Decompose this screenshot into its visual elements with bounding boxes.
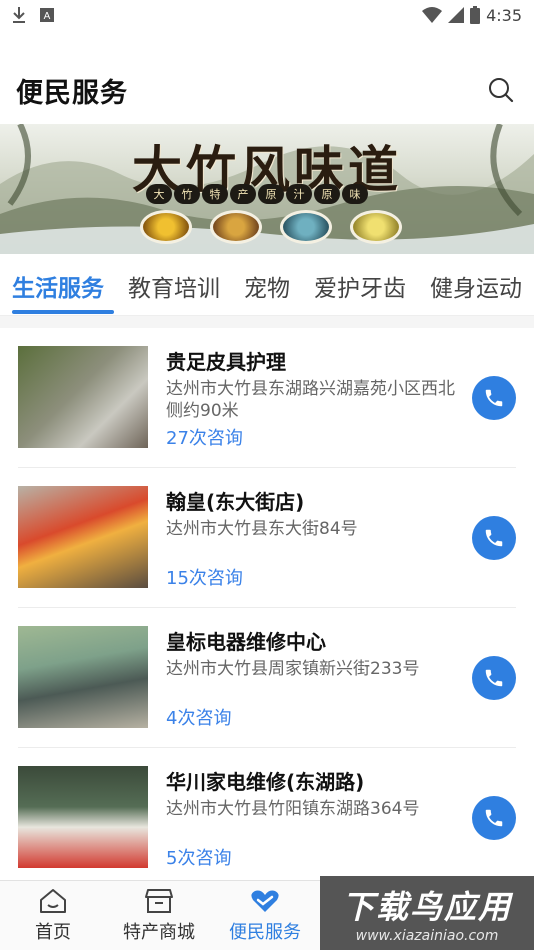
list-item[interactable]: 翰皇(东大街店) 达州市大竹县东大街84号 15次咨询 [18, 468, 516, 608]
banner-tag: 原 [258, 184, 284, 204]
dish-image [280, 210, 332, 244]
nav-home-label: 首页 [35, 921, 71, 943]
shop-name: 贵足皮具护理 [166, 350, 286, 374]
wifi-icon [422, 7, 443, 23]
nav-home[interactable]: 首页 [0, 881, 106, 950]
consult-count: 27次咨询 [166, 428, 243, 449]
call-button[interactable] [472, 796, 516, 840]
phone-icon [485, 389, 503, 407]
search-icon [489, 78, 514, 103]
consult-count: 4次咨询 [166, 708, 232, 729]
list-item[interactable]: 贵足皮具护理 达州市大竹县东湖路兴湖嘉苑小区西北侧约90米 27次咨询 [18, 328, 516, 468]
call-button[interactable] [472, 516, 516, 560]
dish-image [210, 210, 262, 244]
banner-tag: 原 [314, 184, 340, 204]
dish-image [350, 210, 402, 244]
shop-thumbnail [18, 486, 148, 588]
banner-tags: 大 竹 特 产 原 汁 原 味 [146, 184, 368, 204]
svg-text:A: A [44, 11, 51, 22]
banner-tag: 产 [230, 184, 256, 204]
call-button[interactable] [472, 376, 516, 420]
phone-icon [485, 669, 503, 687]
store-icon [145, 888, 173, 913]
tab-education[interactable]: 教育培训 [116, 256, 232, 315]
shop-address: 达州市大竹县东大街84号 [166, 519, 358, 539]
promo-banner[interactable]: 大竹风味道 大 竹 特 产 原 汁 原 味 [0, 124, 534, 254]
status-bar: A 4:35 [0, 0, 534, 30]
tab-pets[interactable]: 宠物 [232, 256, 302, 315]
nav-service-label: 便民服务 [229, 921, 301, 943]
phone-icon [485, 809, 503, 827]
shop-name: 皇标电器维修中心 [166, 630, 326, 654]
app-notification-icon: A [40, 8, 54, 22]
tab-fitness[interactable]: 健身运动 [418, 256, 534, 315]
battery-icon [470, 6, 481, 24]
list-item[interactable]: 皇标电器维修中心 达州市大竹县周家镇新兴街233号 4次咨询 [18, 608, 516, 748]
watermark-sub: www.xiazainiao.com [355, 928, 499, 944]
banner-tag: 竹 [174, 184, 200, 204]
shop-thumbnail [18, 766, 148, 868]
shop-thumbnail [18, 346, 148, 448]
tab-life-services[interactable]: 生活服务 [0, 256, 116, 315]
banner-tag: 汁 [286, 184, 312, 204]
section-divider [0, 316, 534, 328]
tab-dental[interactable]: 爱护牙齿 [302, 256, 418, 315]
shop-address: 达州市大竹县周家镇新兴街233号 [166, 659, 420, 679]
nav-service[interactable]: 便民服务 [212, 881, 318, 950]
status-time: 4:35 [486, 5, 522, 25]
service-list: 贵足皮具护理 达州市大竹县东湖路兴湖嘉苑小区西北侧约90米 27次咨询 翰皇(东… [0, 328, 534, 888]
shop-name: 华川家电维修(东湖路) [166, 770, 365, 794]
shop-address: 达州市大竹县竹阳镇东湖路364号 [166, 799, 420, 819]
nav-mall[interactable]: 特产商城 [106, 881, 212, 950]
header: 便民服务 [0, 62, 534, 118]
banner-dishes [140, 210, 402, 244]
category-tabs: 生活服务 教育培训 宠物 爱护牙齿 健身运动 [0, 256, 534, 316]
download-icon [13, 7, 25, 23]
shop-address: 达州市大竹县东湖路兴湖嘉苑小区西北侧约90米 [166, 379, 455, 421]
page-title: 便民服务 [16, 77, 128, 109]
signal-icon [448, 7, 465, 23]
dish-image [140, 210, 192, 244]
banner-tag: 特 [202, 184, 228, 204]
search-button[interactable] [484, 73, 518, 107]
nav-mall-label: 特产商城 [123, 921, 195, 943]
banner-tag: 味 [342, 184, 368, 204]
consult-count: 5次咨询 [166, 848, 232, 869]
watermark-main: 下载鸟应用 [341, 888, 512, 926]
phone-icon [485, 529, 503, 547]
consult-count: 15次咨询 [166, 568, 243, 589]
watermark-logo: 下载鸟应用 www.xiazainiao.com [320, 876, 534, 950]
call-button[interactable] [472, 656, 516, 700]
banner-tag: 大 [146, 184, 172, 204]
heart-hand-icon [251, 890, 279, 912]
shop-thumbnail [18, 626, 148, 728]
list-item[interactable]: 华川家电维修(东湖路) 达州市大竹县竹阳镇东湖路364号 5次咨询 [18, 748, 516, 888]
shop-name: 翰皇(东大街店) [166, 490, 305, 514]
home-icon [40, 888, 66, 913]
